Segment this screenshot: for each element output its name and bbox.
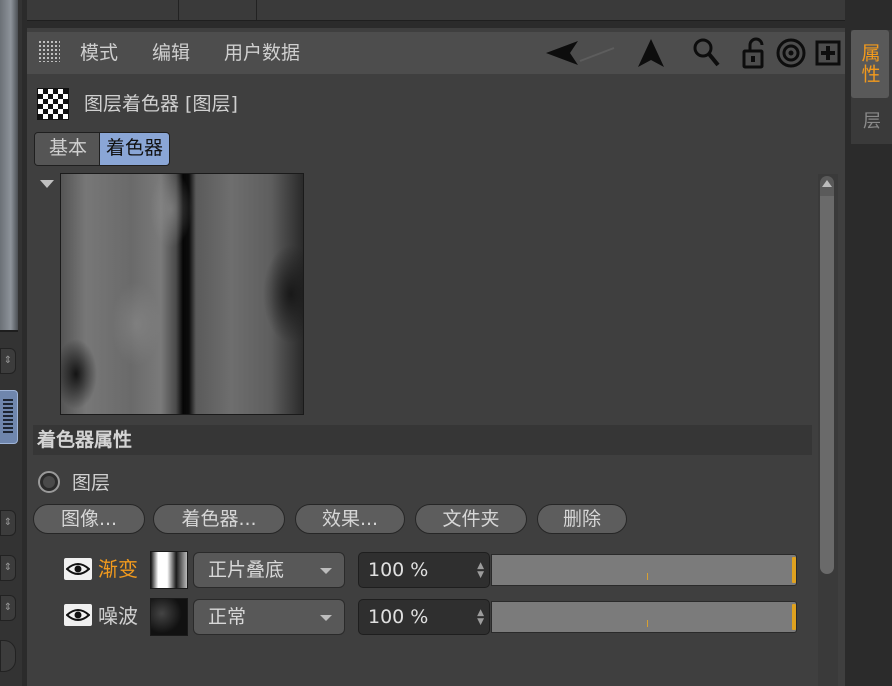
scrollbar-thumb[interactable] — [820, 196, 834, 574]
side-tab-layers[interactable]: 层 — [851, 100, 889, 140]
attribute-tabs: 基本 着色器 — [34, 132, 171, 166]
chevron-down-icon — [320, 615, 332, 621]
opacity-field[interactable]: 100 % ▲ ▼ — [358, 599, 490, 635]
menu-edit[interactable]: 编辑 — [152, 40, 190, 66]
up-arrow-icon[interactable] — [634, 36, 668, 70]
opacity-value: 100 % — [368, 559, 429, 581]
tab-shader[interactable]: 着色器 — [100, 133, 170, 165]
blend-mode-select[interactable]: 正常 — [193, 599, 345, 635]
header-divider — [178, 0, 179, 20]
scroll-up-button[interactable] — [820, 176, 834, 196]
tab-basic[interactable]: 基本 — [35, 133, 101, 165]
slider-handle[interactable] — [792, 557, 796, 583]
layer-name[interactable]: 渐变 — [98, 554, 138, 584]
blend-mode-value: 正常 — [208, 606, 247, 628]
opacity-slider[interactable] — [491, 601, 797, 633]
film-icon — [3, 399, 13, 433]
side-tab-layers-label: 层 — [860, 111, 881, 129]
side-tab-attributes[interactable]: 属性 — [851, 30, 889, 98]
slider-tick — [647, 573, 648, 580]
left-spinner[interactable]: ⇕ — [0, 348, 16, 374]
grip-icon[interactable] — [38, 40, 60, 62]
menu-user-data[interactable]: 用户数据 — [224, 40, 300, 66]
opacity-field[interactable]: 100 % ▲ ▼ — [358, 552, 490, 588]
search-icon[interactable] — [690, 36, 724, 70]
layer-radio-label: 图层 — [72, 472, 111, 494]
back-arrow-icon[interactable] — [540, 36, 620, 70]
effect-button[interactable]: 效果... — [295, 504, 405, 534]
section-header: 着色器属性 — [33, 425, 812, 455]
left-spinner[interactable]: ⇕ — [0, 555, 16, 581]
left-round-button[interactable] — [0, 640, 16, 672]
target-icon[interactable] — [774, 36, 808, 70]
layer-name[interactable]: 噪波 — [98, 601, 138, 631]
layer-radio[interactable] — [38, 471, 60, 493]
shader-button[interactable]: 着色器... — [153, 504, 285, 534]
spinner-arrows-icon[interactable]: ▲ ▼ — [477, 609, 484, 627]
add-icon[interactable] — [811, 36, 845, 70]
visibility-eye-icon[interactable] — [64, 558, 92, 580]
spinner-arrows-icon[interactable]: ▲ ▼ — [477, 562, 484, 580]
blend-mode-select[interactable]: 正片叠底 — [193, 552, 345, 588]
left-spinner[interactable]: ⇕ — [0, 510, 16, 536]
slider-handle[interactable] — [792, 604, 796, 630]
viewport-edge[interactable] — [0, 0, 18, 332]
header-divider — [256, 0, 257, 20]
collapse-triangle-icon[interactable] — [40, 180, 54, 188]
slider-tick — [647, 620, 648, 627]
chevron-up-icon — [822, 180, 832, 187]
blend-mode-value: 正片叠底 — [208, 559, 285, 581]
delete-button[interactable]: 删除 — [537, 504, 627, 534]
opacity-slider[interactable] — [491, 554, 797, 586]
layer-shader-icon — [37, 88, 69, 120]
gradient-thumbnail — [150, 551, 188, 589]
folder-button[interactable]: 文件夹 — [415, 504, 527, 534]
image-button[interactable]: 图像... — [33, 504, 145, 534]
noise-thumbnail — [150, 598, 188, 636]
unlock-icon[interactable] — [738, 36, 772, 70]
left-spinner[interactable]: ⇕ — [0, 595, 16, 621]
side-tab-attributes-label: 属性 — [858, 43, 881, 85]
top-header-row — [27, 0, 845, 21]
left-active-tool-button[interactable] — [0, 390, 18, 444]
chevron-down-icon — [320, 568, 332, 574]
menu-mode[interactable]: 模式 — [80, 40, 118, 66]
opacity-value: 100 % — [368, 606, 429, 628]
object-title: 图层着色器 [图层] — [84, 93, 238, 115]
visibility-eye-icon[interactable] — [64, 604, 92, 626]
shader-preview — [60, 173, 304, 415]
